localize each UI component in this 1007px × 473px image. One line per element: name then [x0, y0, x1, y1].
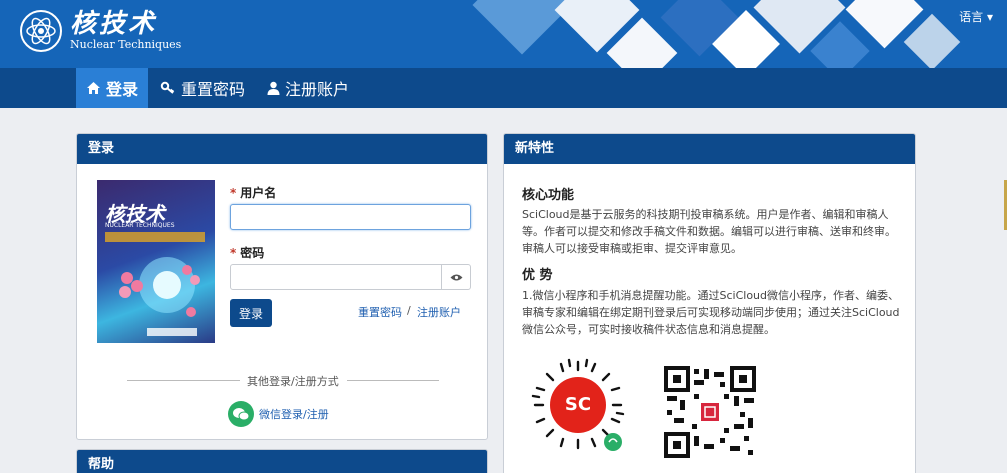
wechat-icon: [228, 401, 254, 427]
journal-cover: 核技术 NUCLEAR TECHNIQUES: [97, 180, 215, 343]
advantages-heading: 优 势: [522, 268, 553, 283]
atom-logo-icon: [20, 10, 62, 52]
nav-label: 重置密码: [181, 80, 246, 99]
nav-label: 登录: [106, 80, 139, 99]
login-button[interactable]: 登录: [230, 299, 272, 327]
nav-item-reset-password[interactable]: 重置密码: [150, 68, 255, 108]
main-nav: 登录 重置密码 注册账户: [0, 68, 1007, 108]
home-icon: [87, 82, 100, 94]
reset-password-link[interactable]: 重置密码: [358, 304, 402, 320]
username-label: * 用户名: [230, 186, 277, 200]
nav-item-register[interactable]: 注册账户: [257, 68, 359, 108]
advantages-text: 1.微信小程序和手机消息提醒功能。通过SciCloud微信小程序，作者、编委、审…: [522, 289, 900, 336]
user-icon: [267, 81, 280, 95]
help-panel-title: 帮助: [77, 450, 487, 473]
features-panel-title: 新特性: [504, 134, 915, 164]
qr-code-image: [664, 366, 756, 458]
wechat-login-label: 微信登录/注册: [259, 408, 329, 421]
miniprogram-mark: SC: [564, 394, 592, 415]
login-panel: 登录 核技术 NUCLEAR TECHNIQUES * 用户名 * 密码 登录 重置…: [76, 133, 488, 440]
username-input[interactable]: [230, 204, 471, 230]
divider-left: [127, 380, 240, 381]
divider-right: [347, 380, 439, 381]
password-label: * 密码: [230, 246, 265, 260]
help-panel: 帮助: [76, 449, 488, 473]
eye-icon: [450, 274, 462, 280]
login-panel-title: 登录: [77, 134, 487, 164]
logo-title: 核技术: [70, 9, 158, 39]
wechat-qr-code: [664, 366, 756, 458]
link-separator: /: [407, 304, 411, 317]
other-methods-label: 其他登录/注册方式: [247, 375, 339, 388]
site-header: 核技术 Nuclear Techniques 语言 ▾: [0, 0, 1007, 68]
features-panel: 新特性 核心功能 SciCloud是基于云服务的科技期刊投审稿系统。用户是作者、…: [503, 133, 916, 473]
key-icon: [160, 81, 175, 94]
language-dropdown[interactable]: 语言 ▾: [959, 8, 993, 25]
logo-subtitle: Nuclear Techniques: [70, 38, 182, 51]
core-features-text: SciCloud是基于云服务的科技期刊投审稿系统。用户是作者、编辑和审稿人等。作…: [522, 208, 896, 255]
wechat-login-button[interactable]: 微信登录/注册: [228, 401, 329, 427]
register-link[interactable]: 注册账户: [417, 304, 461, 320]
nav-label: 注册账户: [285, 80, 350, 99]
header-decoration: [447, 0, 1007, 68]
nav-item-login[interactable]: 登录: [76, 68, 149, 108]
journal-logo[interactable]: 核技术 Nuclear Techniques: [20, 10, 181, 52]
password-input[interactable]: [231, 265, 441, 289]
core-features-heading: 核心功能: [522, 188, 575, 203]
cover-subtitle: NUCLEAR TECHNIQUES: [105, 222, 175, 229]
miniprogram-code: SC: [529, 356, 627, 454]
password-field: [230, 264, 471, 290]
cover-art: [119, 257, 200, 336]
show-password-toggle[interactable]: [441, 265, 470, 289]
